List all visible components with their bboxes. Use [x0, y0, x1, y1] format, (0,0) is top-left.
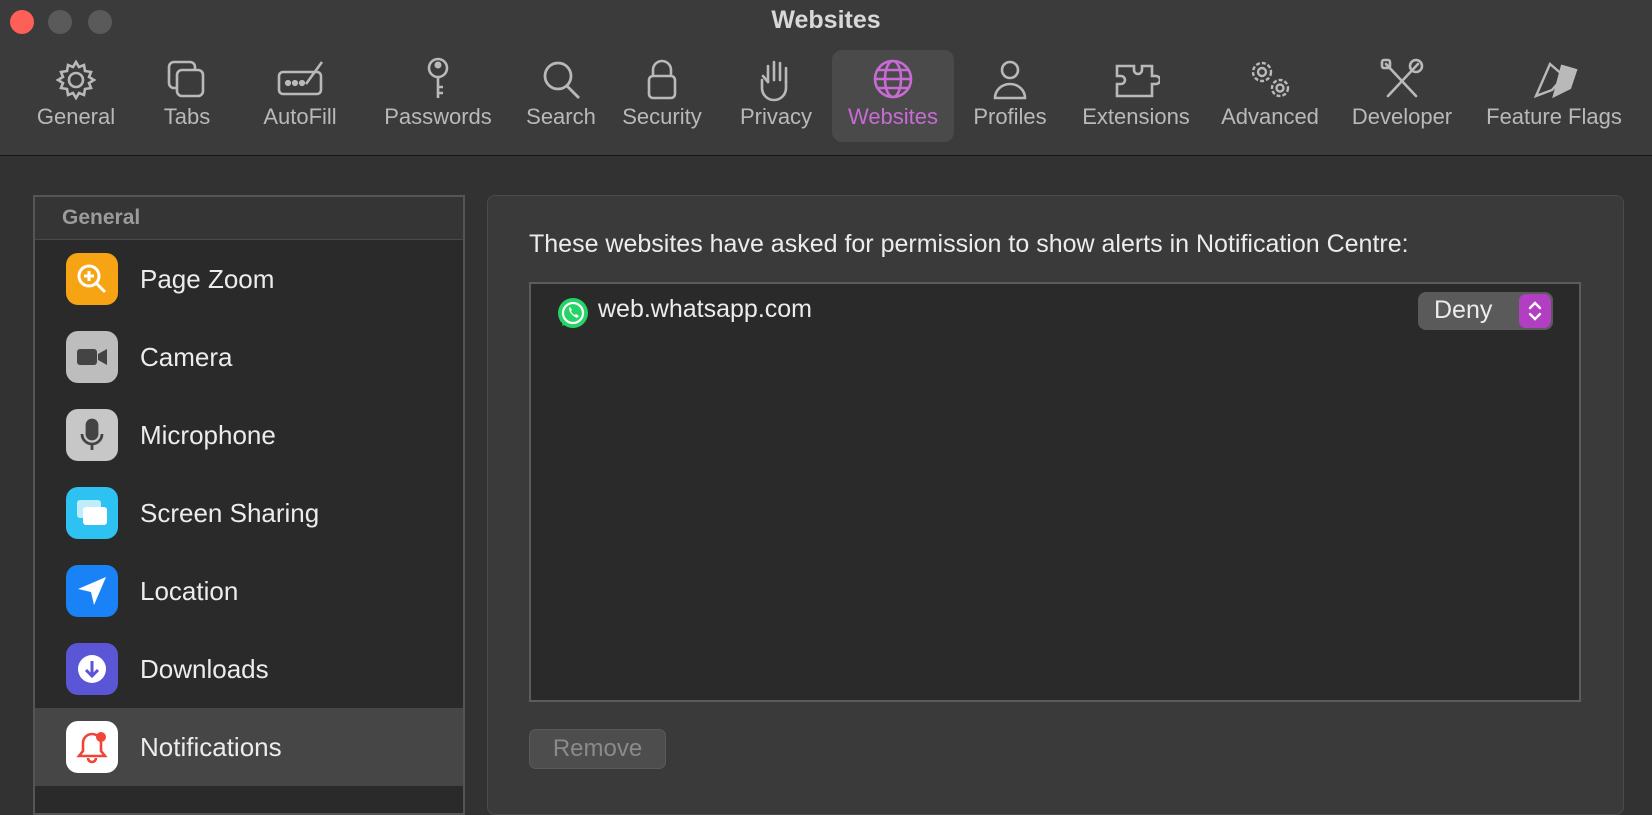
tab-label: Feature Flags: [1486, 104, 1622, 129]
autofill-icon: [277, 61, 324, 96]
sidebar-item-downloads[interactable]: Downloads: [35, 630, 463, 708]
tab-extensions[interactable]: Extensions: [1072, 50, 1200, 142]
sidebar-item-screen-sharing[interactable]: Screen Sharing: [35, 474, 463, 552]
remove-button[interactable]: Remove: [529, 729, 666, 769]
sidebar-item-label: Microphone: [140, 419, 276, 450]
camera-icon: [66, 331, 118, 383]
search-icon: [543, 61, 580, 99]
tab-websites[interactable]: Websites: [832, 50, 954, 142]
lock-icon: [647, 59, 677, 100]
tab-label: Privacy: [739, 104, 813, 129]
gears-icon: [1251, 61, 1290, 98]
preferences-toolbar: General Tabs AutoFill Passwords Search S…: [0, 50, 1652, 142]
tab-label: Profiles: [973, 104, 1047, 129]
tab-developer[interactable]: Developer: [1343, 50, 1461, 142]
tab-general[interactable]: General: [20, 50, 132, 142]
tabs-icon: [167, 60, 205, 98]
tools-icon: [1380, 58, 1424, 98]
tab-autofill[interactable]: AutoFill: [243, 50, 357, 142]
gear-icon: [55, 59, 97, 101]
sidebar-item-microphone[interactable]: Microphone: [35, 396, 463, 474]
screen-sharing-icon: [66, 487, 118, 539]
tab-label: AutoFill: [263, 104, 337, 129]
tab-privacy[interactable]: Privacy: [726, 50, 826, 142]
tab-label: Websites: [847, 104, 939, 129]
sidebar-item-label: Camera: [140, 341, 233, 372]
whatsapp-icon: [556, 296, 590, 330]
permission-select[interactable]: Deny: [1418, 292, 1553, 330]
flags-icon: [1533, 62, 1578, 99]
tab-label: Developer: [1351, 104, 1453, 129]
chevron-up-down-icon: [1519, 294, 1551, 328]
tab-label: Tabs: [163, 104, 211, 129]
hand-icon: [760, 60, 788, 102]
microphone-icon: [66, 409, 118, 461]
tab-profiles[interactable]: Profiles: [962, 50, 1058, 142]
sidebar-item-label: Location: [140, 575, 239, 606]
tab-feature-flags[interactable]: Feature Flags: [1468, 50, 1640, 142]
sidebar: General Page Zoom Camera Microphone Scre…: [33, 195, 465, 815]
window-title: Websites: [771, 6, 881, 34]
tab-search[interactable]: Search: [505, 50, 617, 142]
sidebar-item-label: Downloads: [140, 653, 269, 684]
tab-tabs[interactable]: Tabs: [140, 50, 234, 142]
tab-label: General: [36, 104, 116, 129]
panel-description: These websites have asked for permission…: [529, 230, 1409, 258]
tab-passwords[interactable]: Passwords: [365, 50, 511, 142]
tab-security[interactable]: Security: [612, 50, 712, 142]
sidebar-item-label: Screen Sharing: [140, 497, 320, 528]
puzzle-icon: [1115, 64, 1160, 98]
location-icon: [66, 565, 118, 617]
tab-label: Search: [526, 104, 596, 129]
tab-label: Extensions: [1082, 104, 1190, 129]
sidebar-item-label: Page Zoom: [140, 263, 275, 294]
notifications-panel: These websites have asked for permission…: [487, 195, 1624, 815]
sidebar-section-title: General: [35, 197, 463, 240]
sidebar-item-notifications[interactable]: Notifications: [35, 708, 463, 786]
tab-label: Security: [622, 104, 702, 129]
permission-value: Deny: [1434, 296, 1493, 324]
window-toolbar: Websites General Tabs AutoFill Passwords…: [0, 0, 1652, 156]
website-list[interactable]: web.whatsapp.com Deny: [529, 282, 1581, 702]
downloads-icon: [66, 643, 118, 695]
sidebar-item-label: Notifications: [140, 731, 282, 762]
key-icon: [427, 57, 449, 98]
tab-label: Advanced: [1221, 104, 1319, 129]
list-item[interactable]: web.whatsapp.com Deny: [531, 284, 1579, 336]
tab-label: Passwords: [384, 104, 492, 129]
page-zoom-icon: [66, 253, 118, 305]
sidebar-item-page-zoom[interactable]: Page Zoom: [35, 240, 463, 318]
tab-advanced[interactable]: Advanced: [1208, 50, 1332, 142]
website-name: web.whatsapp.com: [598, 295, 813, 323]
person-icon: [993, 60, 1027, 100]
sidebar-item-camera[interactable]: Camera: [35, 318, 463, 396]
notifications-icon: [66, 721, 118, 773]
sidebar-item-location[interactable]: Location: [35, 552, 463, 630]
globe-icon: [873, 59, 913, 99]
